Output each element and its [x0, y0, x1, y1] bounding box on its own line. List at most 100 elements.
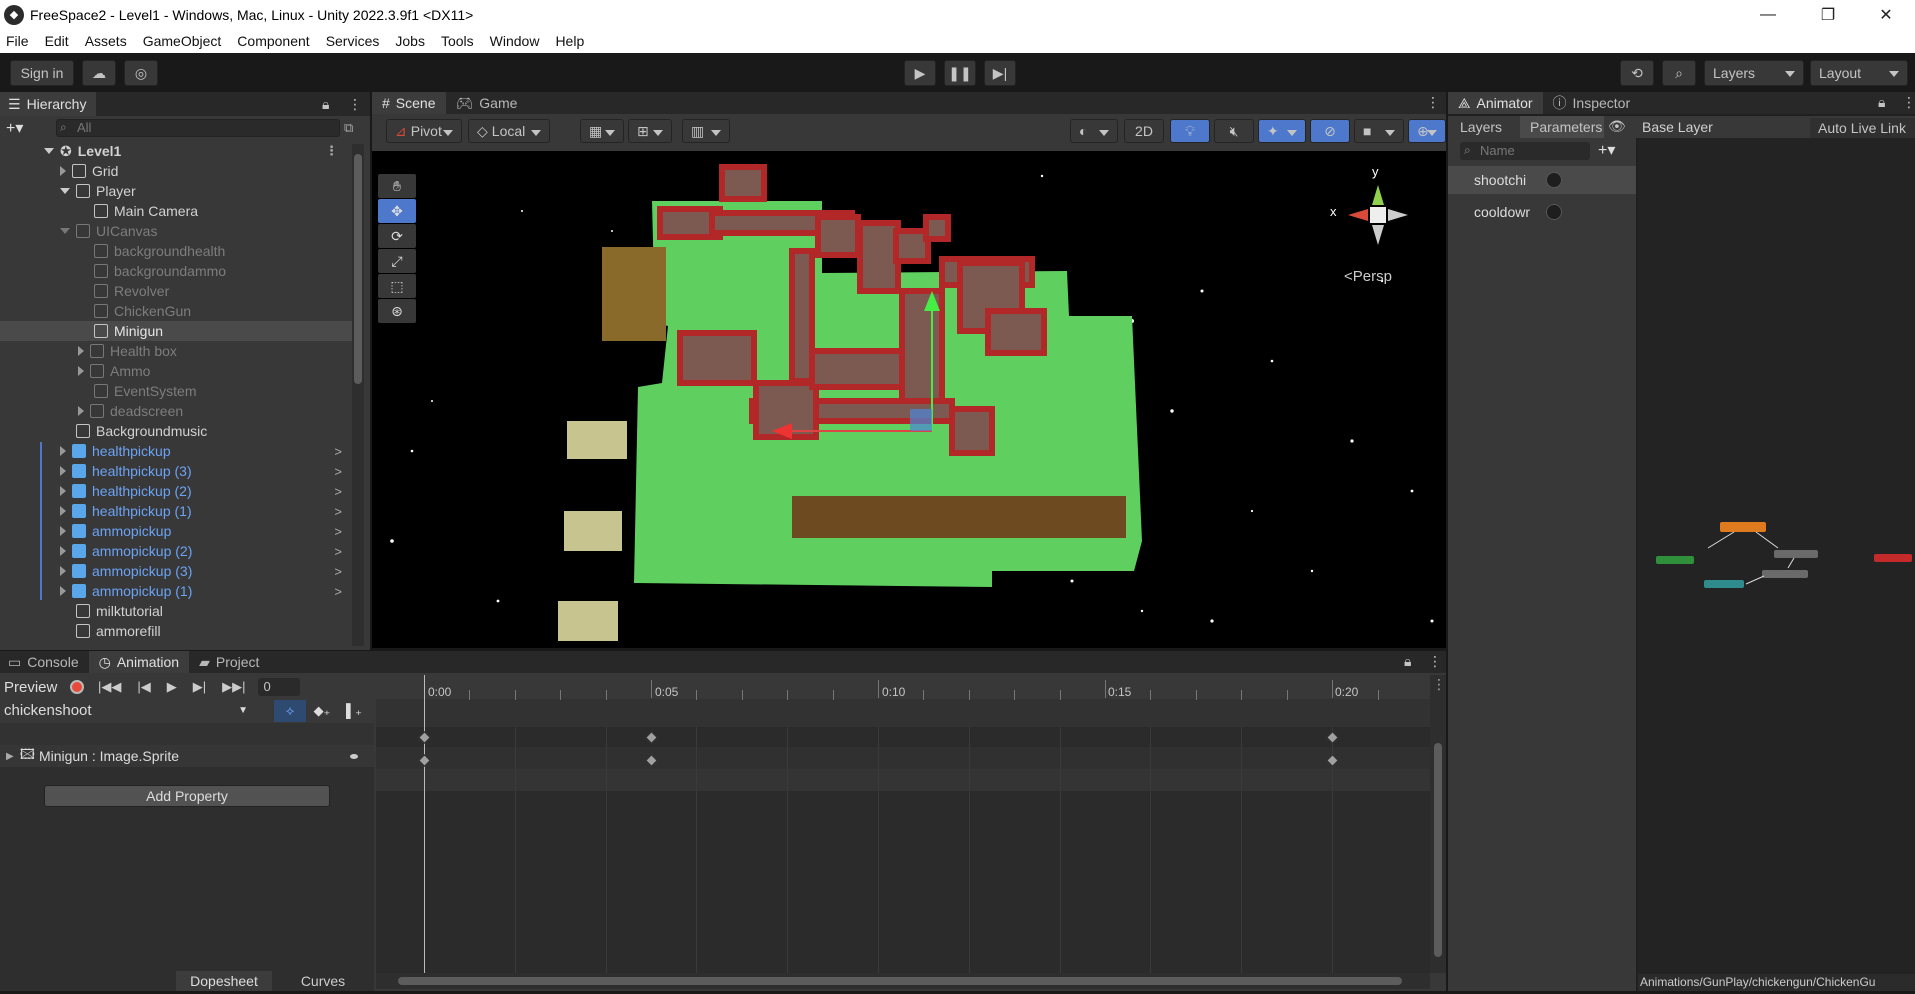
step-button[interactable]: ▶| — [984, 60, 1016, 86]
audio-icon[interactable]: 🔇︎ — [1214, 119, 1254, 143]
list-item[interactable]: healthpickup (3) > — [0, 461, 352, 481]
play-button[interactable]: ▶ — [904, 60, 936, 86]
tab-animator[interactable]: ⟁ Animator — [1448, 92, 1543, 114]
list-item[interactable]: UICanvas — [0, 221, 352, 241]
trigger-toggle[interactable] — [1546, 204, 1562, 220]
persp-label[interactable]: <Persp — [1344, 268, 1392, 285]
sign-in-button[interactable]: Sign in — [10, 60, 74, 86]
layers-dropdown[interactable]: Layers — [1704, 60, 1804, 86]
list-item[interactable]: healthpickup (1) > — [0, 501, 352, 521]
lock-icon[interactable]: 🔒︎ — [1878, 94, 1885, 111]
move-tool-icon[interactable]: ✥ — [378, 199, 416, 223]
scene-canvas[interactable] — [372, 151, 1446, 648]
clip-dropdown[interactable]: chickenshoot ▼ — [0, 700, 254, 722]
parameter-row[interactable]: cooldowr — [1448, 198, 1636, 226]
scene-filter-icon[interactable]: ⧉ — [344, 120, 353, 136]
scale-tool-icon[interactable]: ⤢ — [378, 249, 416, 273]
toggle-2d-button[interactable]: 2D — [1124, 119, 1164, 143]
tab-inspector[interactable]: ⓘ Inspector — [1542, 92, 1641, 114]
keyframe-snap-icon[interactable]: ⟡ — [274, 700, 306, 722]
trigger-toggle[interactable] — [1546, 172, 1562, 188]
lock-icon[interactable]: 🔒︎ — [1404, 653, 1411, 670]
eye-icon[interactable]: 👁︎ — [1608, 118, 1626, 135]
more-icon[interactable]: ⋮ — [1902, 94, 1915, 111]
visibility-icon[interactable]: ⊘ — [1310, 119, 1350, 143]
rect-tool-icon[interactable]: ⬚ — [378, 274, 416, 298]
list-item[interactable]: milktutorial — [0, 601, 352, 621]
list-item[interactable]: ✪ Level1 ⋮ — [0, 141, 352, 161]
play-icon[interactable]: ▶ — [167, 679, 177, 695]
more-icon[interactable]: ⋮ — [1426, 94, 1440, 111]
list-item[interactable]: deadscreen — [0, 401, 352, 421]
timeline-vertical-scrollbar[interactable] — [1430, 675, 1446, 973]
next-key-icon[interactable]: ▶| — [193, 679, 206, 695]
add-property-button[interactable]: Add Property — [44, 785, 330, 807]
property-row[interactable]: ▶ 🖾︎ Minigun : Image.Sprite — [0, 745, 374, 767]
parameter-search-input[interactable]: Name — [1460, 142, 1590, 160]
first-key-icon[interactable]: |◀◀ — [98, 679, 121, 695]
auto-live-link-button[interactable]: Auto Live Link — [1810, 118, 1915, 138]
add-icon[interactable]: +▾ — [6, 118, 23, 138]
expand-icon[interactable]: ▶ — [6, 751, 14, 762]
tab-scene[interactable]: # Scene — [372, 92, 446, 114]
dopesheet-row[interactable] — [376, 769, 1430, 791]
list-item[interactable]: Health box — [0, 341, 352, 361]
list-item[interactable]: healthpickup (2) > — [0, 481, 352, 501]
list-item[interactable]: Minigun — [0, 321, 352, 341]
base-layer-breadcrumb[interactable]: Base Layer — [1642, 119, 1713, 135]
tab-parameters[interactable]: Parameters — [1520, 116, 1604, 138]
rotate-tool-icon[interactable]: ⟳ — [378, 224, 416, 248]
list-item[interactable]: ammorefill — [0, 621, 352, 641]
dopesheet-row[interactable] — [376, 747, 1430, 769]
list-item[interactable]: Grid — [0, 161, 352, 181]
record-icon[interactable] — [70, 680, 84, 694]
scroll-thumb[interactable] — [398, 977, 1402, 985]
prev-key-icon[interactable]: |◀ — [137, 679, 150, 695]
menu-services[interactable]: Services — [318, 33, 388, 49]
list-item[interactable]: Player — [0, 181, 352, 201]
menu-component[interactable]: Component — [229, 33, 317, 49]
transform-tool-icon[interactable]: ⊛ — [378, 299, 416, 323]
minimize-icon[interactable]: — — [1740, 0, 1796, 29]
tab-animation[interactable]: ◷ Animation — [88, 651, 190, 673]
add-parameter-icon[interactable]: +▾ — [1598, 140, 1615, 160]
list-item[interactable]: backgroundammo — [0, 261, 352, 281]
layout-dropdown[interactable]: Layout — [1810, 60, 1908, 86]
hierarchy-search-input[interactable]: All — [56, 119, 340, 137]
collab-icon[interactable]: ◎ — [124, 60, 158, 86]
list-item[interactable]: ammopickup (2) > — [0, 541, 352, 561]
more-icon[interactable]: ⋮ — [348, 96, 362, 113]
lighting-icon[interactable]: 💡︎ — [1170, 119, 1210, 143]
last-key-icon[interactable]: ▶▶| — [222, 679, 245, 695]
axis-gizmo[interactable] — [1328, 165, 1408, 245]
scene-view[interactable] — [372, 151, 1446, 648]
snap-increment-dropdown[interactable]: ⊞ — [628, 119, 672, 143]
plane-handle[interactable] — [910, 409, 932, 431]
hierarchy-scrollbar[interactable] — [352, 144, 364, 646]
list-item[interactable]: Ammo — [0, 361, 352, 381]
pause-button[interactable]: ❚❚ — [944, 60, 976, 86]
local-dropdown[interactable]: ◇ Local — [468, 119, 550, 143]
ruler-dropdown[interactable]: ▥ — [682, 119, 730, 143]
list-item[interactable]: ammopickup (3) > — [0, 561, 352, 581]
more-icon[interactable]: ⋮ — [1432, 676, 1446, 693]
tab-project[interactable]: ▰ Project — [189, 651, 270, 673]
add-keyframe-icon[interactable]: ◆₊ — [306, 700, 338, 722]
event-lane[interactable] — [376, 699, 1430, 727]
menu-file[interactable]: File — [0, 33, 37, 49]
gizmos-dropdown[interactable]: ⊕ — [1408, 119, 1446, 143]
list-item[interactable]: EventSystem — [0, 381, 352, 401]
list-item[interactable]: Revolver — [0, 281, 352, 301]
menu-tools[interactable]: Tools — [433, 33, 482, 49]
menu-window[interactable]: Window — [482, 33, 548, 49]
timeline-horizontal-scrollbar[interactable] — [376, 973, 1430, 989]
more-icon[interactable]: ⋮ — [1428, 653, 1442, 670]
tab-curves[interactable]: Curves — [274, 971, 372, 991]
tab-hierarchy[interactable]: ☰ Hierarchy — [0, 92, 97, 116]
tab-layers[interactable]: Layers — [1448, 116, 1520, 138]
list-item[interactable]: Main Camera — [0, 201, 352, 221]
list-item[interactable]: ammopickup > — [0, 521, 352, 541]
restore-icon[interactable]: ❐ — [1800, 0, 1856, 29]
scroll-thumb[interactable] — [1434, 743, 1442, 957]
camera-dropdown[interactable]: ■ — [1354, 119, 1404, 143]
